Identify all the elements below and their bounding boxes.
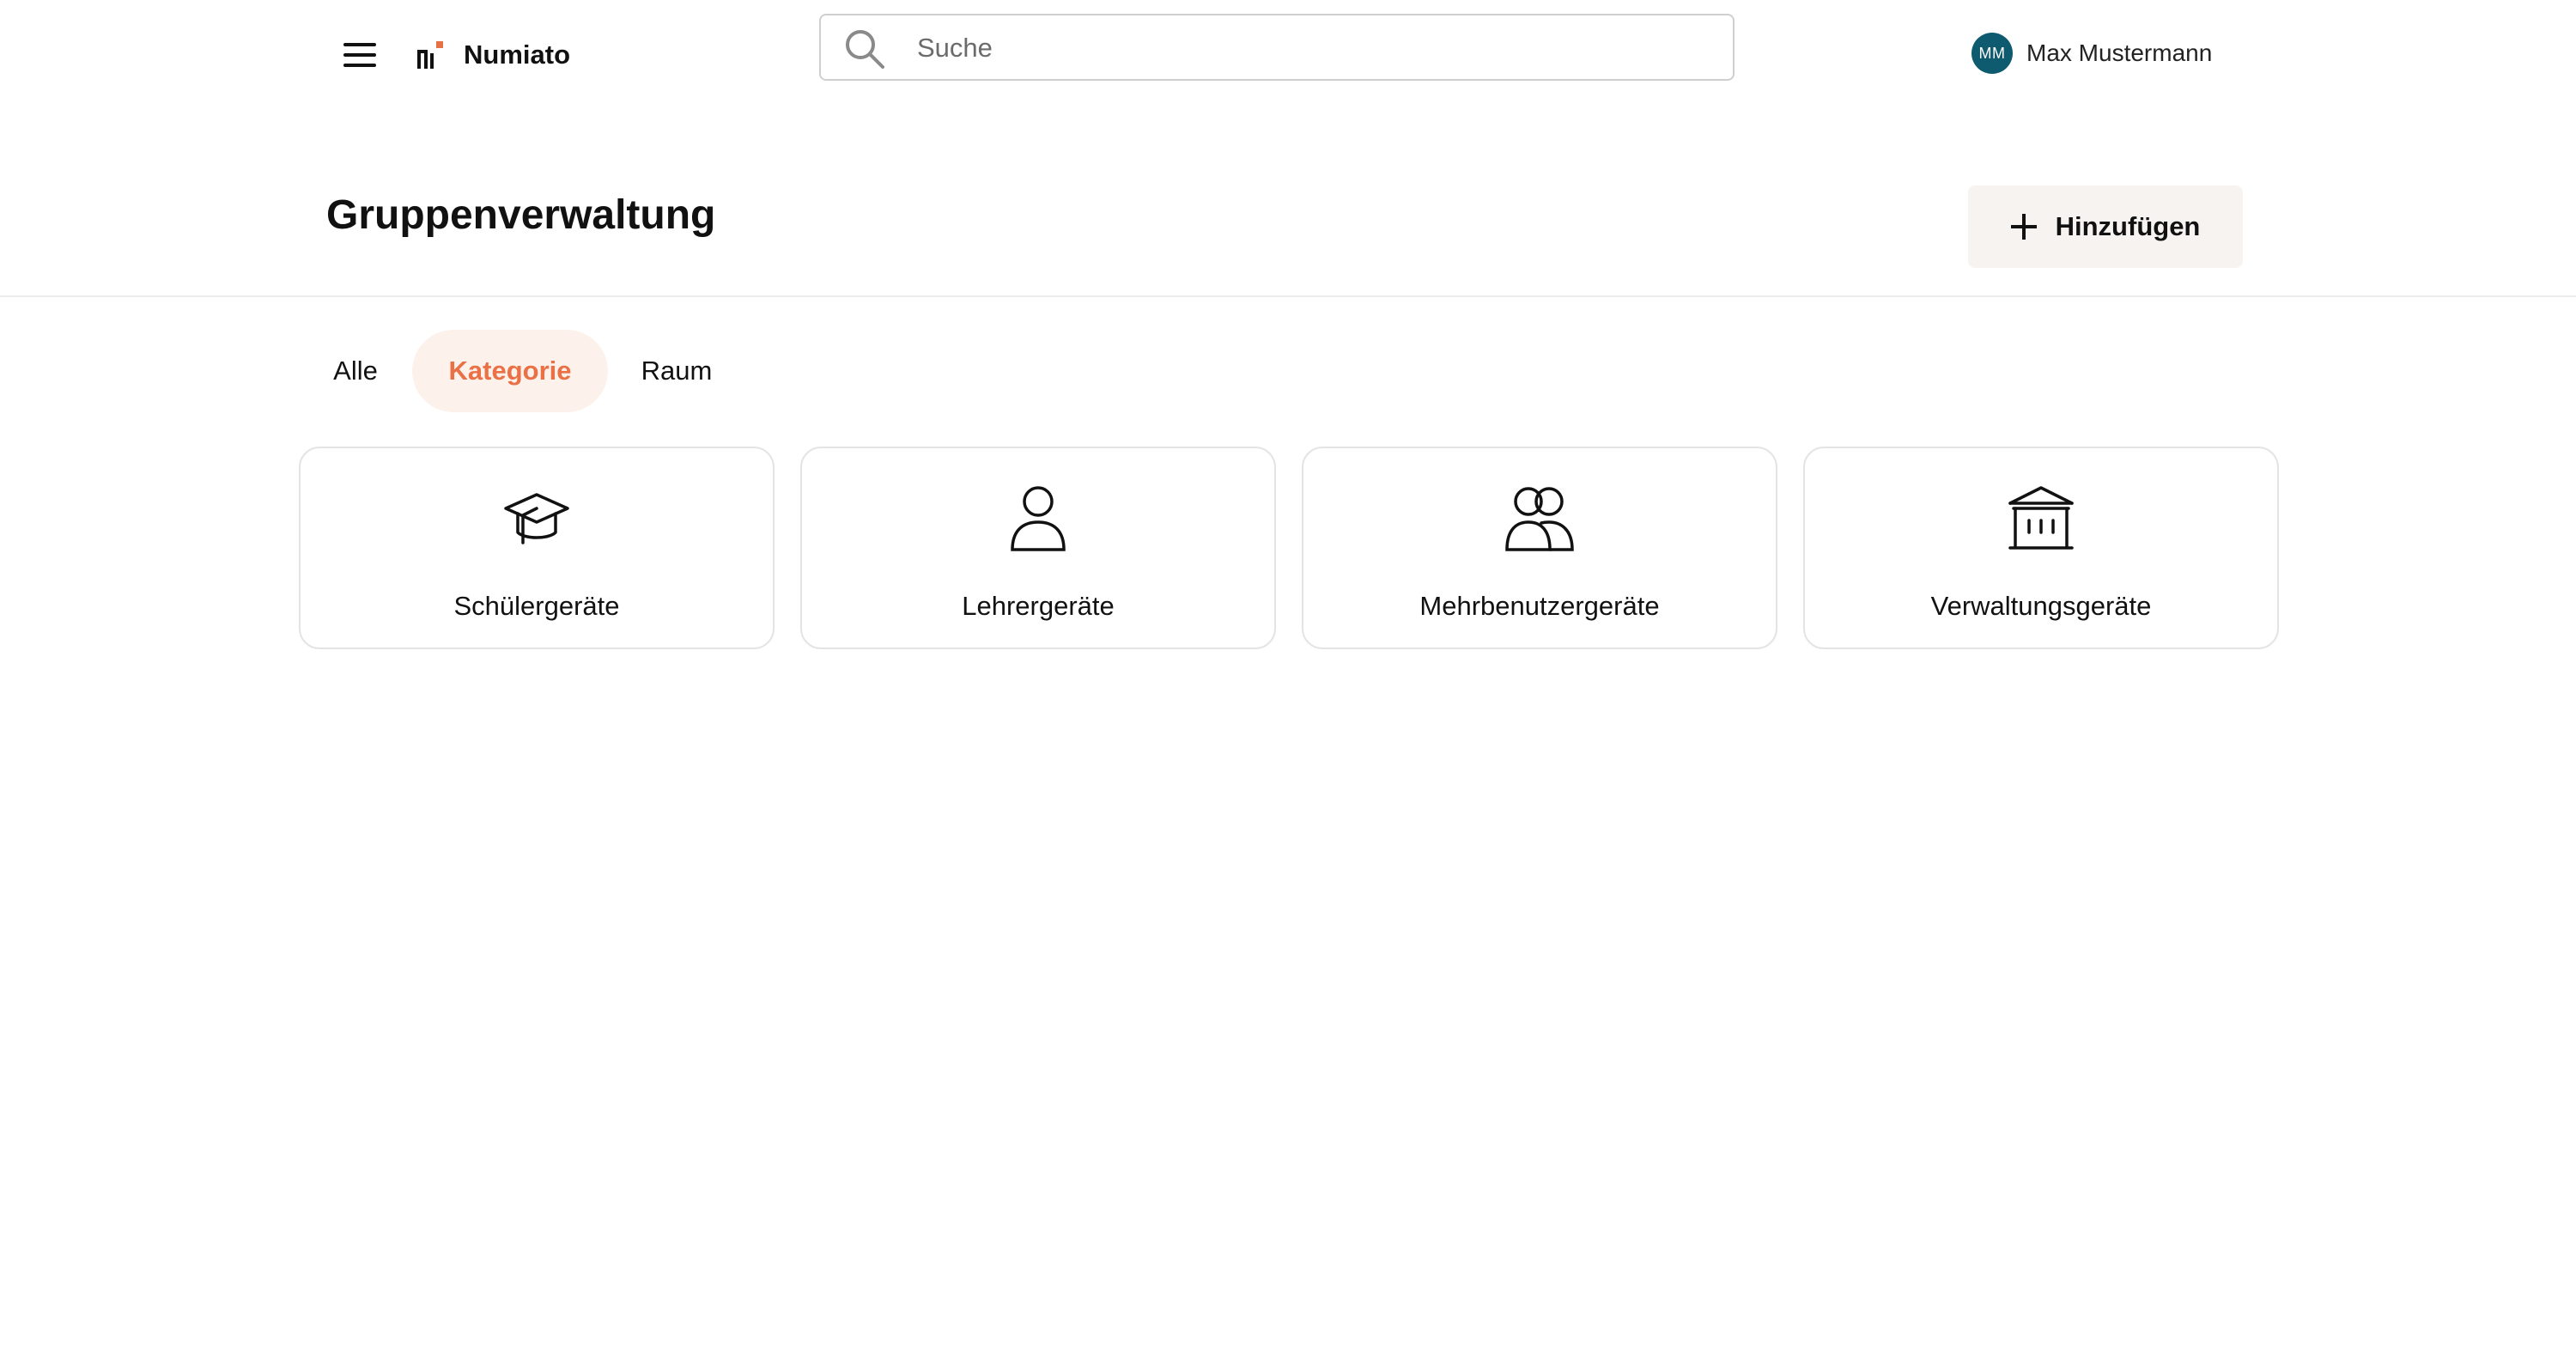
users-icon xyxy=(1505,487,1574,551)
user-icon xyxy=(1011,486,1066,551)
user-menu[interactable]: MM Max Mustermann xyxy=(1971,33,2212,74)
brand-name[interactable]: Numiato xyxy=(464,38,570,72)
page: Numiato MM Max Mustermann Gruppenverwalt… xyxy=(0,0,2576,1362)
category-label: Lehrergeräte xyxy=(962,591,1115,621)
add-button[interactable]: Hinzufügen xyxy=(1968,185,2243,268)
category-card-teacher-devices[interactable]: Lehrergeräte xyxy=(800,447,1276,649)
header-divider xyxy=(0,295,2576,297)
graduation-cap-icon xyxy=(504,493,569,544)
building-icon xyxy=(2008,486,2074,550)
numiato-logo-icon xyxy=(417,41,443,69)
tab-room[interactable]: Raum xyxy=(625,330,728,412)
category-card-admin-devices[interactable]: Verwaltungsgeräte xyxy=(1803,447,2279,649)
tab-all[interactable]: Alle xyxy=(318,330,393,412)
tab-category[interactable]: Kategorie xyxy=(412,330,608,412)
avatar: MM xyxy=(1971,33,2013,74)
search-bar[interactable] xyxy=(819,14,1735,81)
search-input[interactable] xyxy=(915,26,1692,70)
page-title: Gruppenverwaltung xyxy=(326,192,716,238)
category-card-multiuser-devices[interactable]: Mehrbenutzergeräte xyxy=(1302,447,1777,649)
user-name: Max Mustermann xyxy=(2026,40,2213,66)
category-label: Schülergeräte xyxy=(453,591,620,621)
hamburger-menu-icon[interactable] xyxy=(342,40,380,70)
category-label: Mehrbenutzergeräte xyxy=(1419,591,1660,621)
plus-icon xyxy=(2010,214,2037,240)
category-label: Verwaltungsgeräte xyxy=(1930,591,2152,621)
add-button-label: Hinzufügen xyxy=(2055,211,2201,241)
search-icon xyxy=(846,30,884,69)
category-card-student-devices[interactable]: Schülergeräte xyxy=(299,447,775,649)
